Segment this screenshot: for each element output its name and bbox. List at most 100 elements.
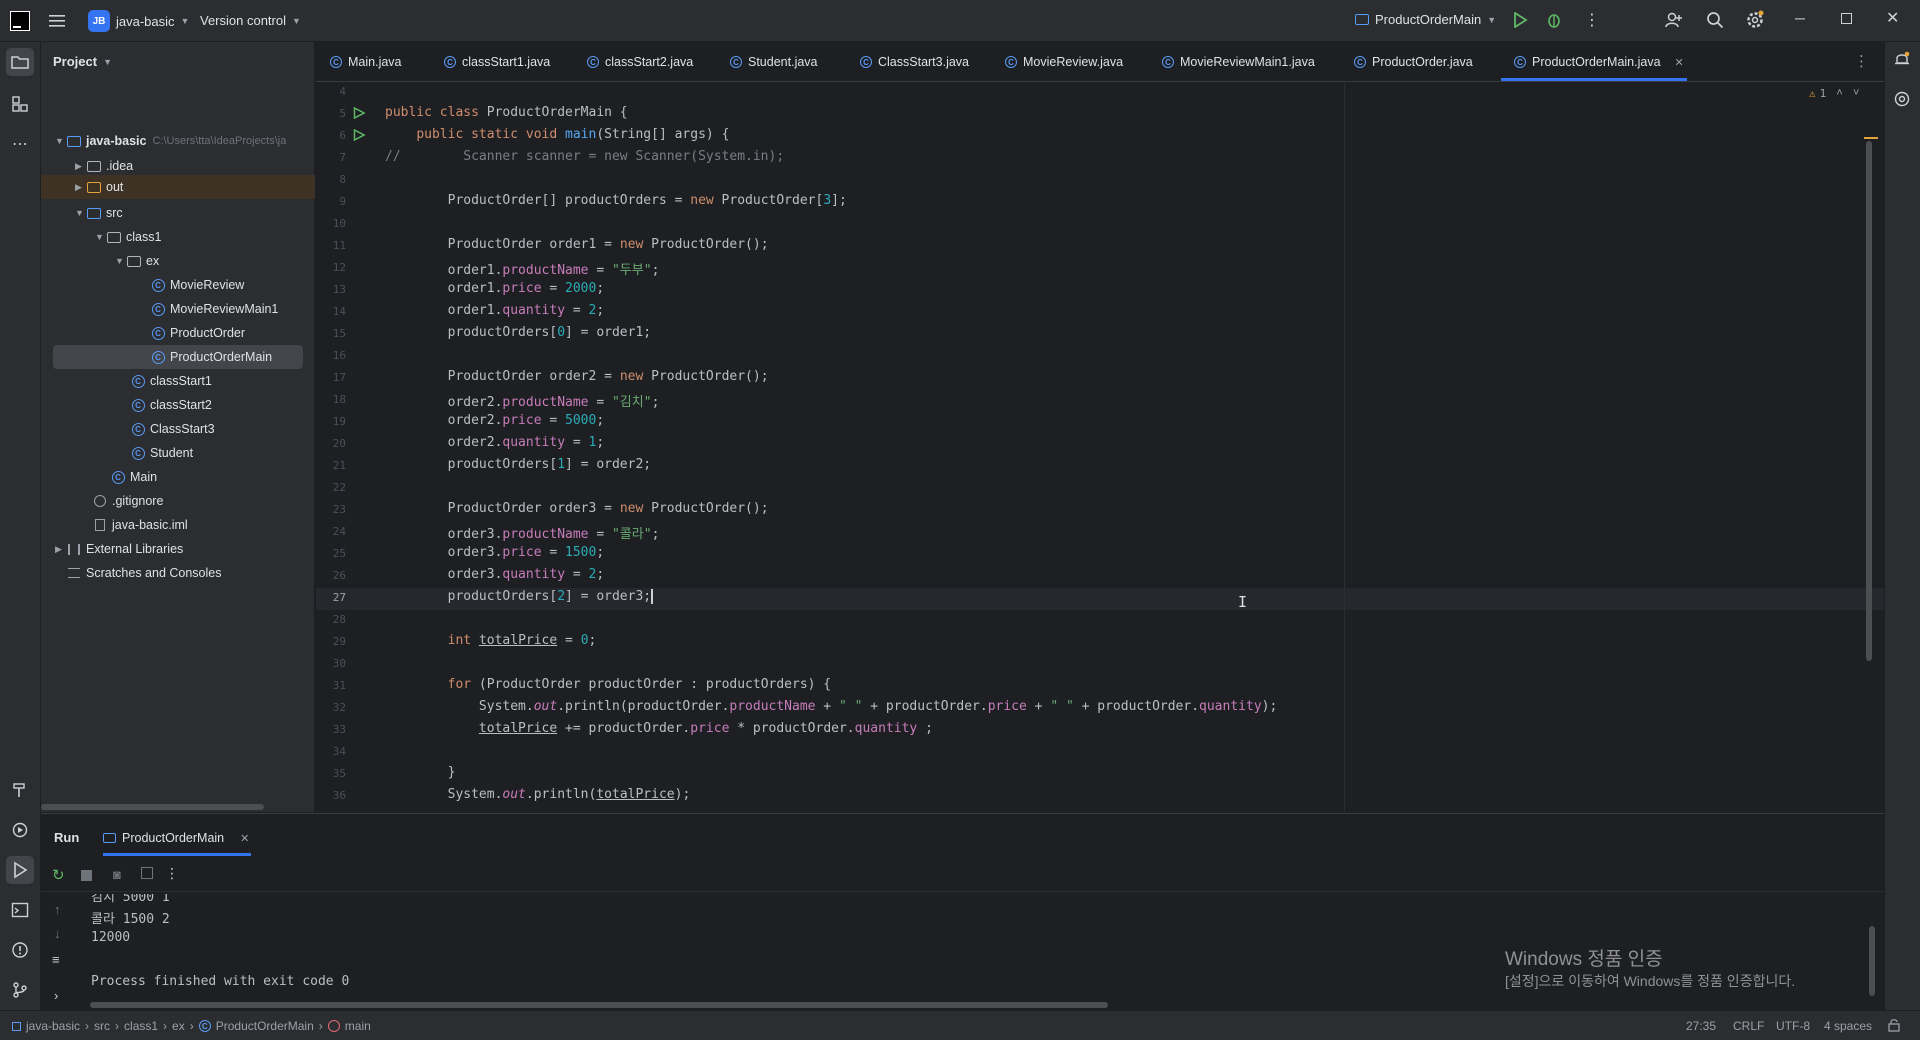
right-tool-strip (1884, 42, 1920, 1010)
code-with-me-button[interactable] (1665, 11, 1683, 32)
run-button[interactable] (1512, 11, 1528, 31)
project-switcher[interactable]: JB java-basic ▼ (88, 10, 189, 32)
more-actions-icon[interactable]: ⋮ (165, 865, 179, 882)
git-tool-button[interactable] (6, 976, 34, 1004)
tree-root[interactable]: ▼ java-basic C:\Users\tta\IdeaProjects\j… (55, 130, 315, 152)
more-tools-icon[interactable]: ⋯ (6, 130, 34, 158)
debug-button[interactable] (1545, 11, 1563, 32)
scroll-up-icon[interactable]: ↑ (54, 902, 61, 917)
camera-icon[interactable]: ◙ (113, 867, 121, 882)
close-tab-icon[interactable]: ✕ (1675, 56, 1684, 69)
method-icon (327, 1020, 340, 1032)
tree-item-external-libraries[interactable]: ▶ External Libraries (55, 538, 183, 560)
play-icon (14, 861, 28, 879)
tree-item-out[interactable]: ▶ out (75, 176, 123, 198)
ai-assistant-button[interactable] (1893, 90, 1911, 111)
project-panel-header[interactable]: Project ▼ (53, 54, 112, 69)
breadcrumb-item[interactable]: java-basic (26, 1019, 80, 1033)
git-branch-icon (13, 982, 27, 998)
tree-item-src[interactable]: ▼ src (75, 202, 123, 224)
restore-button[interactable] (1841, 13, 1852, 24)
console-horizontal-scrollbar[interactable] (90, 1002, 1108, 1008)
tree-item-classstart2[interactable]: CclassStart2 (131, 394, 212, 416)
caret-position[interactable]: 27:35 (1686, 1019, 1716, 1033)
tab-label: Main.java (348, 55, 402, 69)
project-horizontal-scrollbar[interactable] (41, 804, 264, 810)
breadcrumb-item[interactable]: ProductOrderMain (216, 1019, 314, 1033)
problems-tool-button[interactable] (6, 936, 34, 964)
breadcrumb-item[interactable]: class1 (124, 1019, 158, 1033)
console-vertical-scrollbar[interactable] (1869, 926, 1875, 996)
tree-item-moviereviewmain1[interactable]: C MovieReviewMain1 (151, 298, 278, 320)
warning-stripe-marker[interactable] (1864, 137, 1878, 139)
tree-item-ex[interactable]: ▼ ex (115, 250, 159, 272)
tree-item-moviereview[interactable]: C MovieReview (151, 274, 244, 296)
terminal-tool-button[interactable] (6, 896, 34, 924)
stop-icon[interactable] (81, 870, 92, 881)
close-window-button[interactable]: ✕ (1886, 8, 1899, 28)
lock-icon[interactable] (1888, 1018, 1900, 1035)
console-output[interactable]: 김치 5000 1 콜라 1500 2 12000 Process finish… (91, 894, 1391, 994)
tree-item-productordermain[interactable]: C ProductOrderMain (151, 346, 272, 368)
vcs-menu[interactable]: Version control ▼ (200, 13, 301, 28)
search-button[interactable] (1706, 11, 1724, 32)
project-name: java-basic (116, 13, 175, 29)
notifications-button[interactable] (1893, 50, 1911, 71)
inspection-widget[interactable]: ⚠ 1 ˄ ˅ (1809, 86, 1859, 100)
build-tool-button[interactable] (6, 776, 34, 804)
project-tool-button[interactable] (6, 48, 34, 76)
run-config-label: ProductOrderMain (1375, 12, 1482, 27)
run-config-selector[interactable]: ProductOrderMain ▼ (1355, 12, 1496, 27)
services-tool-button[interactable] (6, 816, 34, 844)
tab-main-java[interactable]: C Main.java (330, 42, 402, 82)
tab-classstart2-java[interactable]: CclassStart2.java (587, 42, 693, 82)
tree-item-idea[interactable]: ▶ .idea (75, 155, 133, 177)
tab-productorder-java[interactable]: C ProductOrder.java (1354, 42, 1473, 82)
rerun-icon[interactable]: ↻ (52, 866, 65, 884)
tab-moviereview-java[interactable]: C MovieReview.java (1005, 42, 1123, 82)
tree-item-student[interactable]: C Student (131, 442, 193, 464)
expand-icon[interactable]: › (54, 988, 58, 1003)
tree-label: class1 (126, 230, 162, 244)
class-icon: C (730, 56, 742, 68)
code-editor[interactable]: 4 5 6 7 8 9 10 11 12 13 14 15 16 17 18 19 20 21 22 23 24 25 26… (316, 83, 1884, 812)
scroll-down-icon[interactable]: ↓ (54, 926, 61, 941)
editor-vertical-scrollbar[interactable] (1866, 141, 1872, 661)
tree-item-gitignore[interactable]: .gitignore (93, 490, 163, 512)
line-separator[interactable]: CRLF (1733, 1019, 1764, 1033)
run-class-gutter-icon[interactable] (353, 106, 366, 123)
tree-item-scratches[interactable]: Scratches and Consoles (67, 562, 222, 584)
run-tool-button[interactable] (6, 856, 34, 884)
tab-productordermain-java[interactable]: C ProductOrderMain.java ✕ (1514, 42, 1684, 82)
tree-item-classstart1[interactable]: CclassStart1 (131, 370, 212, 392)
breadcrumb-item[interactable]: main (345, 1019, 371, 1033)
more-actions-icon[interactable]: ⋮ (1584, 10, 1600, 30)
run-main-gutter-icon[interactable] (353, 128, 366, 145)
main-menu-button[interactable] (48, 12, 66, 33)
tab-more-icon[interactable]: ⋮ (1854, 52, 1869, 70)
tree-item-main[interactable]: C Main (111, 466, 157, 488)
minimize-button[interactable]: ─ (1795, 10, 1805, 26)
class-icon: C (111, 470, 125, 484)
soft-wrap-icon[interactable]: ≡ (52, 952, 60, 967)
bell-icon (1895, 51, 1910, 65)
file-encoding[interactable]: UTF-8 (1776, 1019, 1810, 1033)
tab-student-java[interactable]: C Student.java (730, 42, 818, 82)
line-number: 30 (332, 657, 346, 670)
tab-label: MovieReview.java (1023, 55, 1124, 69)
tab-classstart1-java[interactable]: CclassStart1.java (444, 42, 550, 82)
breadcrumb-item[interactable]: src (94, 1019, 110, 1033)
tree-item-iml[interactable]: java-basic.iml (93, 514, 188, 536)
restore-layout-icon[interactable] (141, 867, 153, 879)
breadcrumb-item[interactable]: ex (172, 1019, 185, 1033)
tree-item-classstart3[interactable]: C ClassStart3 (131, 418, 215, 440)
tab-moviereviewmain1-java[interactable]: C MovieReviewMain1.java (1162, 42, 1315, 82)
tree-item-class1[interactable]: ▼ class1 (95, 226, 161, 248)
structure-tool-button[interactable] (6, 90, 34, 118)
close-tab-icon[interactable]: ✕ (240, 832, 249, 845)
settings-button[interactable] (1745, 10, 1765, 33)
indent-setting[interactable]: 4 spaces (1824, 1019, 1872, 1033)
tree-item-productorder[interactable]: C ProductOrder (151, 322, 245, 344)
tab-classstart3-java[interactable]: C ClassStart3.java (860, 42, 969, 82)
run-tab-productordermain[interactable]: ProductOrderMain ✕ (103, 826, 249, 850)
